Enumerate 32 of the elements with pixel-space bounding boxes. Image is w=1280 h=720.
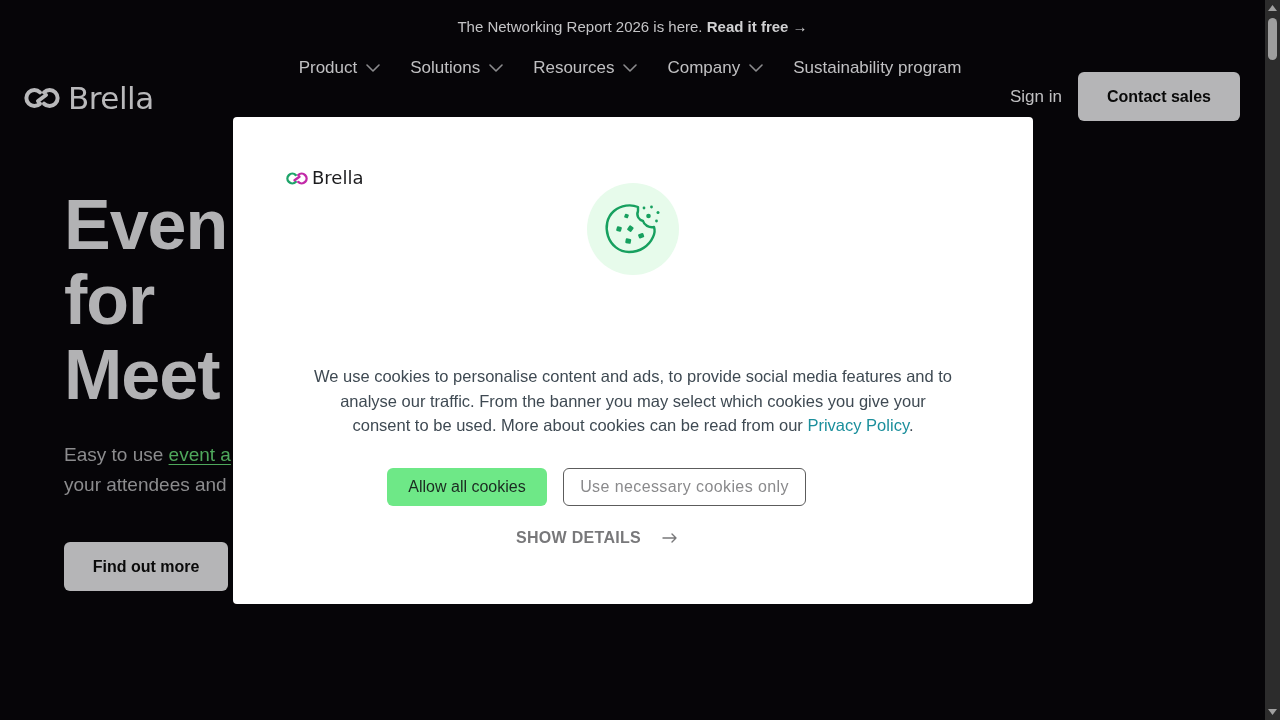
- event-link[interactable]: event a: [168, 444, 231, 465]
- scrollbar-thumb[interactable]: [1268, 18, 1277, 60]
- scrollbar[interactable]: [1265, 0, 1280, 720]
- chevron-down-icon[interactable]: [749, 64, 764, 72]
- nav-link[interactable]: Resources: [533, 57, 615, 79]
- sign-in-link[interactable]: Sign in: [1009, 83, 1062, 110]
- allow-all-cookies-button[interactable]: Allow all cookies: [387, 467, 547, 506]
- find-out-more-button[interactable]: Find out more: [64, 542, 228, 591]
- chevron-down-icon[interactable]: [489, 64, 504, 72]
- cookie-message: We use cookies to personalise content and ads, to provide social media features and to analyse our traffic. From the banner you may select which cookies you give your consent to be used. More about cookies can be read from our Privacy Policy.: [313, 366, 953, 436]
- hero-subtitle: Easy to use event a your attendees and: [64, 443, 231, 497]
- chevron-down-icon[interactable]: [366, 64, 381, 72]
- arrow-right-icon[interactable]: [662, 532, 678, 543]
- necessary-cookies-button[interactable]: Use necessary cookies only: [563, 467, 806, 506]
- down-triangle-icon[interactable]: [1268, 709, 1277, 715]
- nav-link[interactable]: Solutions: [410, 57, 481, 79]
- cookie-icon: [587, 183, 679, 275]
- announcement-text: The Networking Report 2026 is here. Read it free →: [457, 16, 808, 37]
- chain-link-icon: [286, 170, 308, 186]
- nav-link[interactable]: Sustainability program: [793, 57, 962, 79]
- chain-link-icon[interactable]: [24, 86, 60, 110]
- nav-link[interactable]: Product: [298, 57, 358, 79]
- hero-heading: Even for Meet: [64, 188, 228, 413]
- chevron-down-icon[interactable]: [623, 64, 638, 72]
- brand-name: Brella: [312, 168, 364, 188]
- contact-sales-button[interactable]: Contact sales: [1077, 72, 1240, 121]
- show-details-link[interactable]: SHOW DETAILS: [516, 525, 642, 550]
- nav-link[interactable]: Company: [667, 57, 741, 79]
- brand-name[interactable]: Brella: [68, 80, 154, 116]
- read-report-link[interactable]: Read it free →: [706, 17, 808, 35]
- up-triangle-icon[interactable]: [1268, 5, 1277, 11]
- privacy-policy-link[interactable]: Privacy Policy: [807, 416, 909, 434]
